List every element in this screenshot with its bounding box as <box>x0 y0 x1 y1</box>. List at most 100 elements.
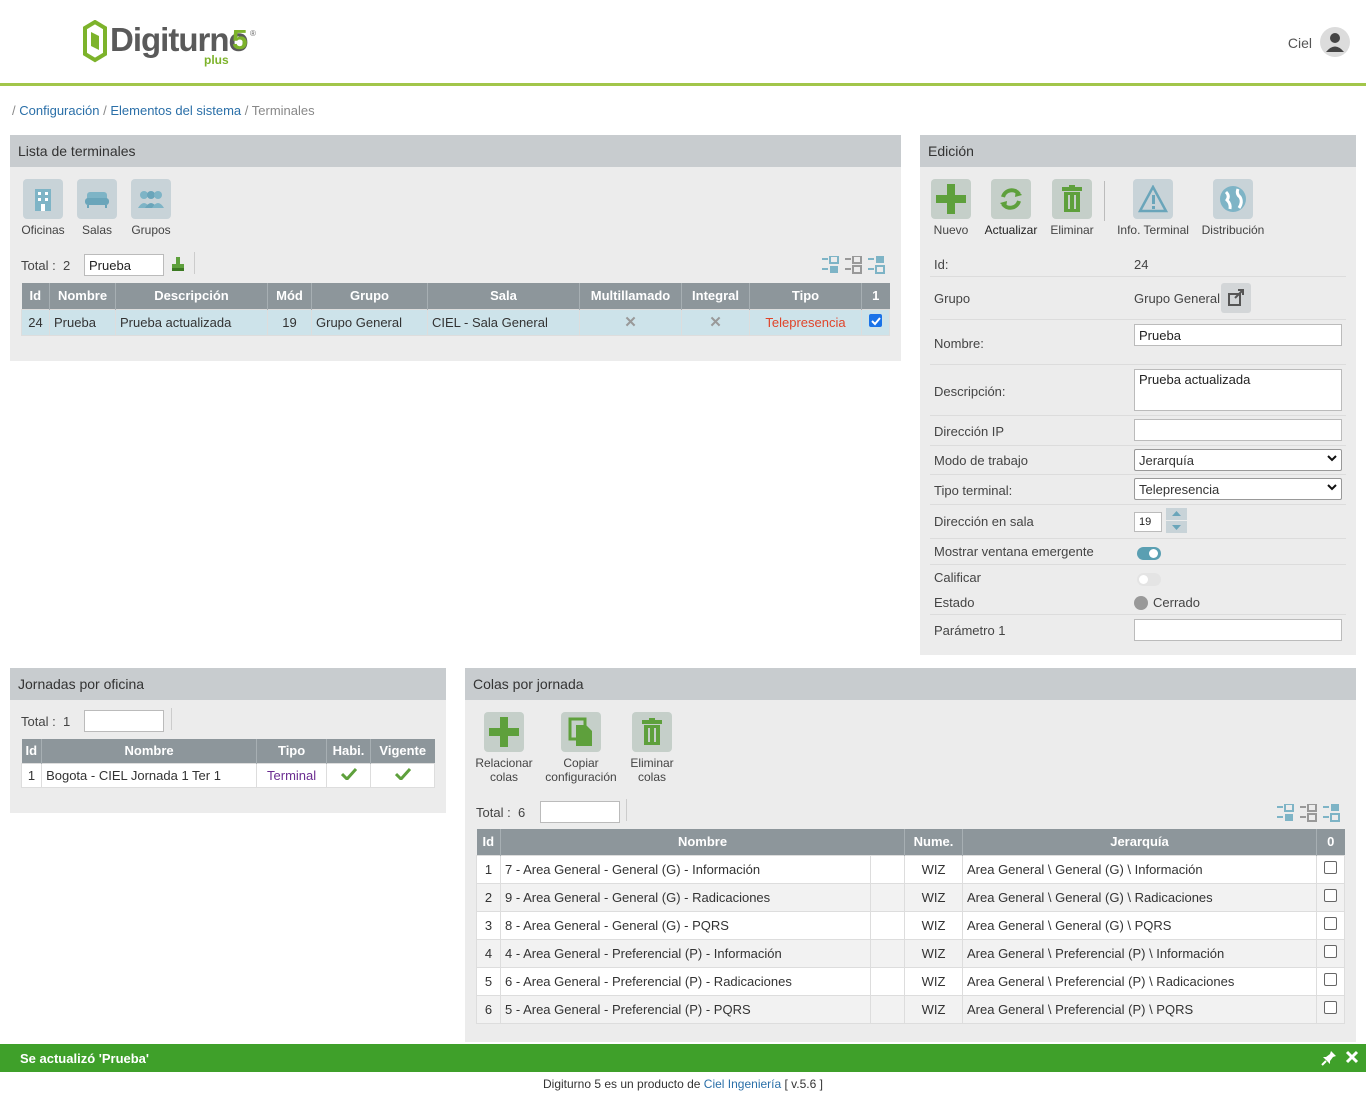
col-nombre[interactable]: Nombre <box>41 739 258 763</box>
field-nombre: Nombre: <box>930 320 1346 365</box>
colas-table: Id Nombre Nume. Jerarquía 0 17 - Area Ge… <box>476 829 1345 1024</box>
actualizar-label: Actualizar <box>984 223 1038 237</box>
digiturno-logo[interactable]: Digiturno 5 ® plus <box>82 18 262 68</box>
col-tipo[interactable]: Tipo <box>256 739 328 763</box>
ip-input[interactable] <box>1134 419 1342 441</box>
copiar-label: Copiar configuración <box>545 756 617 784</box>
breadcrumb-configuracion[interactable]: Configuración <box>19 103 99 118</box>
breadcrumb-elementos[interactable]: Elementos del sistema <box>110 103 241 118</box>
notification-text: Se actualizó 'Prueba' <box>20 1051 150 1066</box>
col-grupo[interactable]: Grupo <box>311 283 428 309</box>
col-nombre[interactable]: Nombre <box>500 829 905 855</box>
calificar-toggle[interactable] <box>1137 573 1161 586</box>
calificar-label: Calificar <box>934 570 981 585</box>
row-checkbox[interactable] <box>1316 910 1345 940</box>
col-jerarquia[interactable]: Jerarquía <box>962 829 1317 855</box>
modo-select[interactable]: Jerarquía <box>1134 449 1342 471</box>
cell-jerarquia: Area General \ Preferencial (P) \ Inform… <box>962 938 1317 968</box>
footer-link[interactable]: Ciel Ingeniería <box>704 1077 781 1091</box>
nuevo-button[interactable]: Nuevo <box>926 179 976 237</box>
actualizar-button[interactable]: Actualizar <box>982 179 1040 237</box>
salas-button[interactable]: Salas <box>72 179 122 237</box>
divider <box>626 799 627 821</box>
col-id[interactable]: Id <box>21 283 50 309</box>
row-checkbox[interactable] <box>1316 994 1345 1024</box>
eliminar-colas-label: Eliminar colas <box>630 756 674 784</box>
decrement-icon[interactable] <box>1166 521 1187 533</box>
distribucion-button[interactable]: Distribución <box>1198 179 1268 237</box>
invert-selection-icon[interactable] <box>1323 804 1341 825</box>
info-terminal-button[interactable]: Info. Terminal <box>1113 179 1193 237</box>
col-id[interactable]: Id <box>476 829 501 855</box>
cell-nume: WIZ <box>904 910 963 940</box>
table-row[interactable]: 44 - Area General - Preferencial (P) - I… <box>476 938 1345 968</box>
row-checkbox[interactable] <box>1316 854 1345 884</box>
close-icon[interactable] <box>1345 1050 1359 1067</box>
col-nume[interactable]: Nume. <box>904 829 963 855</box>
select-all-icon[interactable] <box>822 255 840 277</box>
panel-title: Colas por jornada <box>465 668 1356 700</box>
table-row[interactable]: 29 - Area General - General (G) - Radica… <box>476 882 1345 912</box>
col-vigente[interactable]: Vigente <box>370 739 435 763</box>
descripcion-label: Descripción: <box>934 384 1006 399</box>
col-tipo[interactable]: Tipo <box>749 283 862 309</box>
select-all-icon[interactable] <box>1277 803 1295 825</box>
id-label: Id: <box>934 257 949 272</box>
terminal-search-input[interactable] <box>84 254 164 276</box>
cell-id: 1 <box>476 854 501 884</box>
field-grupo: Grupo Grupo General <box>930 277 1346 320</box>
col-habi[interactable]: Habi. <box>326 739 372 763</box>
col-check[interactable]: 1 <box>861 283 890 309</box>
direccion-input[interactable]: 19 <box>1134 512 1162 532</box>
col-multillamado[interactable]: Multillamado <box>579 283 682 309</box>
unchecked-icon <box>1324 861 1337 874</box>
total-count: 2 <box>63 258 71 273</box>
divider <box>1104 181 1105 221</box>
user-name[interactable]: Ciel <box>1288 35 1312 51</box>
grupos-button[interactable]: Grupos <box>126 179 176 237</box>
cell-id: 4 <box>476 938 501 968</box>
col-integral[interactable]: Integral <box>681 283 750 309</box>
table-row[interactable]: 38 - Area General - General (G) - PQRS WI… <box>476 910 1345 940</box>
copiar-configuracion-button[interactable]: Copiar configuración <box>541 712 621 784</box>
table-row[interactable]: 56 - Area General - Preferencial (P) - R… <box>476 966 1345 996</box>
breadcrumb-sep: / <box>12 103 16 118</box>
oficinas-button[interactable]: Oficinas <box>18 179 68 237</box>
jornadas-search-input[interactable] <box>84 710 164 732</box>
col-check[interactable]: 0 <box>1316 829 1345 855</box>
deselect-all-icon[interactable] <box>1300 803 1318 825</box>
eliminar-button[interactable]: Eliminar <box>1046 179 1098 237</box>
col-sala[interactable]: Sala <box>427 283 580 309</box>
colas-search-input[interactable] <box>540 801 620 823</box>
row-checkbox[interactable] <box>1316 966 1345 996</box>
parametro-input[interactable] <box>1134 619 1342 641</box>
footer-version: [ v.5.6 ] <box>784 1077 823 1091</box>
external-link-icon[interactable] <box>1221 283 1251 313</box>
table-row[interactable]: 65 - Area General - Preferencial (P) - P… <box>476 994 1345 1024</box>
nombre-input[interactable] <box>1134 324 1342 346</box>
row-checkbox[interactable] <box>1316 938 1345 968</box>
plus-icon <box>484 712 524 752</box>
row-checkbox[interactable] <box>861 308 890 336</box>
eliminar-colas-button[interactable]: Eliminar colas <box>625 712 679 784</box>
increment-icon[interactable] <box>1166 508 1187 520</box>
cell-sala: CIEL - Sala General <box>427 308 580 336</box>
col-mod[interactable]: Mód <box>267 283 312 309</box>
pin-icon[interactable] <box>1321 1050 1337 1069</box>
user-avatar-icon[interactable] <box>1320 27 1350 57</box>
col-id[interactable]: Id <box>21 739 43 763</box>
col-nombre[interactable]: Nombre <box>49 283 116 309</box>
table-row[interactable]: 1 Bogota - CIEL Jornada 1 Ter 1 Terminal <box>20 762 435 788</box>
relacionar-colas-button[interactable]: Relacionar colas <box>473 712 535 784</box>
clear-filter-icon[interactable] <box>170 255 186 273</box>
tipo-select[interactable]: Telepresencia <box>1134 478 1342 500</box>
col-descripcion[interactable]: Descripción <box>115 283 268 309</box>
table-row[interactable]: 17 - Area General - General (G) - Inform… <box>476 854 1345 884</box>
unchecked-icon <box>1324 945 1337 958</box>
mostrar-toggle[interactable] <box>1137 547 1161 560</box>
table-row[interactable]: 24 Prueba Prueba actualizada 19 Grupo Ge… <box>21 308 890 336</box>
invert-selection-icon[interactable] <box>868 256 886 277</box>
row-checkbox[interactable] <box>1316 882 1345 912</box>
deselect-all-icon[interactable] <box>845 255 863 277</box>
descripcion-textarea[interactable]: Prueba actualizada <box>1134 369 1342 411</box>
